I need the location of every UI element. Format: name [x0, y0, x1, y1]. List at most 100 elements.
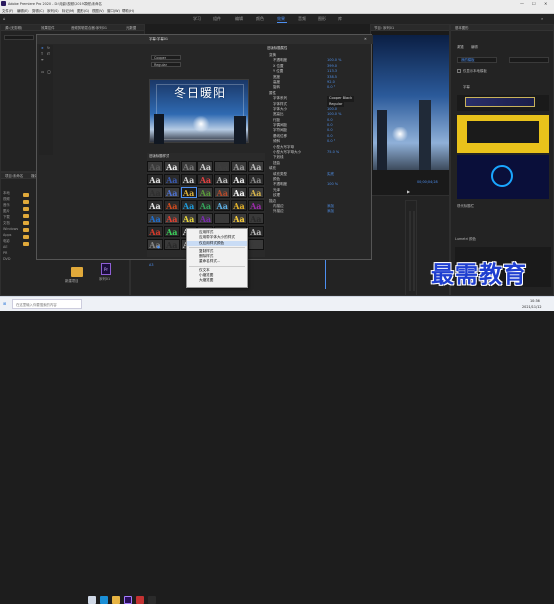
- style-swatch[interactable]: Aa: [180, 200, 197, 211]
- style-swatch[interactable]: Aa: [163, 239, 180, 250]
- vertical-type-tool-icon[interactable]: IT: [47, 52, 50, 56]
- style-swatch[interactable]: Aa: [231, 187, 247, 198]
- folder-icon[interactable]: [23, 221, 29, 225]
- style-swatch[interactable]: Aa: [147, 226, 163, 237]
- folder-icon[interactable]: [23, 207, 29, 211]
- property-row[interactable]: 外描边 添加: [269, 209, 369, 214]
- workspace-tab-color[interactable]: 颜色: [256, 16, 264, 21]
- rectangle-tool-icon[interactable]: ▭: [41, 70, 44, 74]
- style-swatch[interactable]: Aa: [231, 174, 247, 185]
- play-button[interactable]: ▶: [407, 189, 410, 194]
- type-tool-icon[interactable]: T: [41, 52, 43, 56]
- tab-effect-controls[interactable]: 效果控件: [41, 26, 55, 30]
- home-icon[interactable]: ⌂: [3, 16, 6, 21]
- folder-icon[interactable]: [23, 193, 29, 197]
- style-swatch[interactable]: Aa: [214, 161, 231, 172]
- style-swatch[interactable]: Aa: [147, 213, 163, 224]
- workspace-tab-learn[interactable]: 学习: [193, 16, 201, 21]
- property-value[interactable]: 添加: [327, 209, 334, 214]
- eg-dropdown[interactable]: 我的模板: [457, 57, 497, 63]
- style-swatch[interactable]: Aa: [180, 213, 197, 224]
- style-swatch[interactable]: Aa: [163, 226, 180, 237]
- style-swatch[interactable]: Aa: [197, 213, 214, 224]
- style-swatch[interactable]: Aa: [197, 161, 214, 172]
- template-card[interactable]: [457, 155, 549, 199]
- title-text-preview[interactable]: 冬日暖阳: [162, 86, 238, 100]
- eg-search[interactable]: [509, 57, 549, 63]
- menu-graphics[interactable]: 图形(G): [77, 9, 89, 13]
- style-swatch[interactable]: Aa: [247, 174, 264, 185]
- source-search-bar[interactable]: [4, 35, 34, 40]
- menu-clip[interactable]: 剪辑(C): [32, 9, 44, 13]
- tab-program[interactable]: 节目: 序列01: [374, 26, 394, 30]
- style-swatch[interactable]: Aa: [147, 161, 163, 172]
- eg-tab-browse[interactable]: 浏览: [457, 45, 464, 49]
- context-menu-item[interactable]: 仅应用样式颜色: [187, 240, 247, 246]
- style-swatch[interactable]: Aa: [231, 200, 247, 211]
- style-swatch[interactable]: Aa: [197, 200, 214, 211]
- style-swatch[interactable]: Aa: [147, 187, 163, 198]
- style-swatch[interactable]: Aa: [147, 200, 163, 211]
- font-style-select[interactable]: Regular: [151, 62, 181, 67]
- style-swatch[interactable]: Aa: [214, 187, 231, 198]
- workspace-tab-libraries[interactable]: 库: [338, 16, 342, 21]
- menu-view[interactable]: 视图(V): [92, 9, 104, 13]
- search-icon[interactable]: ⌕: [541, 16, 543, 21]
- style-swatch[interactable]: Aa: [247, 187, 264, 198]
- style-swatch[interactable]: Aa: [180, 174, 197, 185]
- menu-marker[interactable]: 标记(M): [62, 9, 74, 13]
- template-card[interactable]: [457, 115, 549, 153]
- style-swatch[interactable]: Aa: [247, 200, 264, 211]
- style-swatch[interactable]: Aa: [231, 213, 247, 224]
- folder-icon[interactable]: [23, 235, 29, 239]
- menu-help[interactable]: 帮助(H): [122, 9, 134, 13]
- menu-window[interactable]: 窗口(W): [107, 9, 120, 13]
- folder-icon[interactable]: [23, 200, 29, 204]
- style-swatch[interactable]: Aa: [214, 174, 231, 185]
- selection-tool-icon[interactable]: ➤: [41, 46, 44, 50]
- taskbar-search[interactable]: 在这里输入你要搜索的内容: [12, 299, 82, 309]
- tab-source[interactable]: 源:(无剪辑): [5, 26, 22, 30]
- menu-edit[interactable]: 编辑(E): [17, 9, 29, 13]
- lumetri-tab[interactable]: Lumetri 颜色: [455, 237, 476, 241]
- track-label[interactable]: A3: [149, 263, 179, 269]
- style-swatch[interactable]: Aa: [180, 161, 197, 172]
- workspace-tab-assembly[interactable]: 组件: [213, 16, 221, 21]
- menu-sequence[interactable]: 序列(S): [47, 9, 59, 13]
- context-menu-item[interactable]: 重命名样式...: [187, 259, 247, 264]
- tab-metadata[interactable]: 元数据: [126, 26, 136, 30]
- style-swatch[interactable]: Aa: [231, 161, 247, 172]
- workspace-tab-audio[interactable]: 音频: [298, 16, 306, 21]
- style-swatch[interactable]: Aa: [163, 161, 180, 172]
- style-swatch[interactable]: Aa: [214, 200, 231, 211]
- project-clip[interactable]: Pr 序列01: [97, 263, 119, 287]
- style-swatch[interactable]: Aa: [180, 187, 197, 198]
- explorer-icon[interactable]: [112, 596, 120, 604]
- style-swatch[interactable]: Aa: [163, 174, 180, 185]
- style-swatch[interactable]: Aa: [197, 174, 214, 185]
- eg-item-subtitles[interactable]: 字幕: [463, 85, 470, 89]
- window-close-icon[interactable]: ✕: [364, 37, 367, 41]
- visible-toggle-icon[interactable]: ●: [157, 245, 160, 249]
- style-swatch[interactable]: Aa: [247, 161, 264, 172]
- rotate-tool-icon[interactable]: ↻: [47, 46, 50, 50]
- pen-tool-icon[interactable]: ✒: [41, 58, 44, 62]
- app-icon-2[interactable]: [148, 596, 156, 604]
- style-swatch[interactable]: Aa: [247, 226, 264, 237]
- tab-project[interactable]: 项目:未命名: [5, 174, 23, 178]
- style-swatch[interactable]: Aa: [163, 187, 180, 198]
- eg-tab-edit[interactable]: 编辑: [471, 45, 478, 49]
- workspace-tab-effects[interactable]: 效果: [277, 16, 285, 21]
- task-view-icon[interactable]: [88, 596, 96, 604]
- folder-icon[interactable]: [23, 228, 29, 232]
- folder-icon[interactable]: [23, 242, 29, 246]
- app-icon-1[interactable]: [136, 596, 144, 604]
- style-swatch[interactable]: Aa: [163, 213, 180, 224]
- minimize-button[interactable]: —: [520, 1, 524, 6]
- premiere-icon[interactable]: [124, 596, 132, 604]
- eg-checkbox[interactable]: [457, 69, 461, 73]
- folder-icon[interactable]: [23, 214, 29, 218]
- project-clip[interactable]: 新建项目: [65, 265, 89, 287]
- context-menu-item[interactable]: 大缩览图: [187, 278, 247, 283]
- maximize-button[interactable]: ☐: [532, 1, 536, 6]
